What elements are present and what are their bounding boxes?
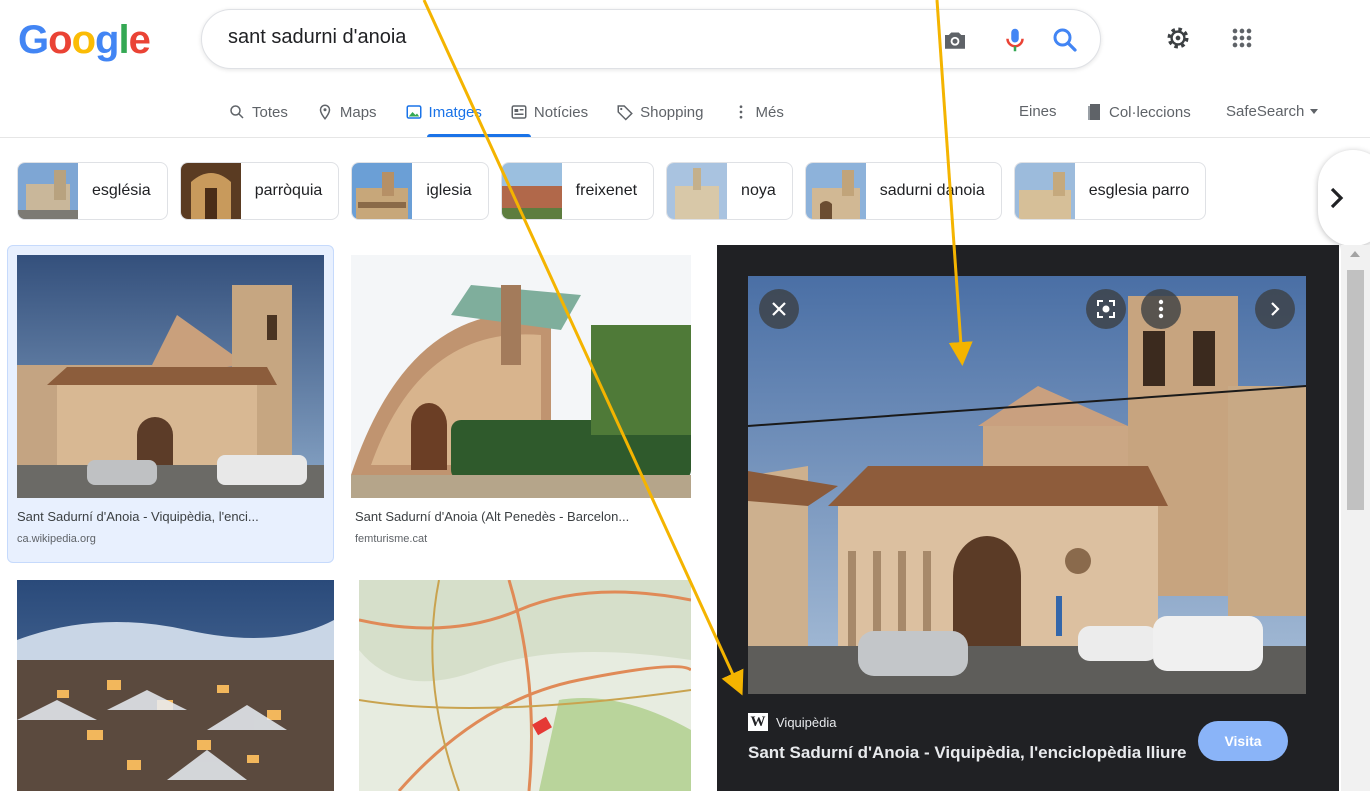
result-image[interactable] [17, 580, 334, 791]
chip[interactable]: noya [666, 162, 793, 220]
chip-label: parròquia [254, 182, 323, 199]
chip[interactable]: iglesia [351, 162, 489, 220]
result-image[interactable] [359, 580, 691, 791]
logo-letter: g [95, 18, 119, 62]
close-button[interactable] [759, 289, 799, 329]
preview-image[interactable] [748, 276, 1306, 694]
preview-source[interactable]: W Viquipèdia [748, 713, 836, 731]
logo-letter: e [128, 18, 151, 62]
source-label: Viquipèdia [776, 714, 837, 730]
collections-button[interactable]: Col·leccions [1087, 103, 1191, 121]
apps-grid-icon[interactable] [1228, 24, 1256, 52]
collections-label: Col·leccions [1109, 103, 1191, 121]
logo-letter: G [18, 18, 49, 62]
preview-title[interactable]: Sant Sadurní d'Anoia - Viquipèdia, l'enc… [748, 741, 1188, 765]
result-site: femturisme.cat [355, 533, 428, 545]
preview-panel: W Viquipèdia Sant Sadurní d'Anoia - Viqu… [717, 245, 1339, 791]
tab-imatges[interactable]: Imatges [405, 100, 482, 124]
chip-thumbnail [805, 163, 866, 219]
logo-letter: l [118, 18, 129, 62]
tab-label: Més [755, 103, 784, 121]
chips-next-button[interactable] [1318, 150, 1370, 246]
chip-thumbnail [352, 163, 413, 219]
search-box[interactable] [201, 9, 1101, 69]
chip-thumbnail [1014, 163, 1075, 219]
tab-label: Imatges [428, 103, 482, 121]
chevron-down-icon [1310, 108, 1319, 114]
bookmark-icon [1088, 104, 1100, 120]
logo-letter: o [48, 18, 72, 62]
search-input[interactable] [228, 26, 928, 49]
header-divider [0, 137, 1370, 138]
chip-thumbnail [501, 163, 562, 219]
camera-icon[interactable] [940, 25, 970, 55]
google-logo[interactable]: Google [18, 18, 151, 63]
gear-icon[interactable] [1164, 24, 1192, 52]
more-vert-icon [1158, 299, 1164, 319]
close-icon [772, 302, 786, 316]
chip-label: esglesia parro [1088, 182, 1190, 199]
chip-label: iglesia [426, 182, 472, 199]
search-icon[interactable] [1050, 25, 1080, 55]
next-result-button[interactable] [1255, 289, 1295, 329]
result-title[interactable]: Sant Sadurní d'Anoia (Alt Penedès - Barc… [355, 509, 629, 524]
image-icon [406, 105, 422, 119]
safesearch-button[interactable]: SafeSearch [1226, 103, 1319, 120]
lens-button[interactable] [1086, 289, 1126, 329]
chip[interactable]: esglesia parro [1013, 162, 1207, 220]
tab-label: Shopping [640, 103, 704, 121]
tab-noticies[interactable]: Notícies [510, 100, 588, 124]
wikipedia-icon: W [748, 713, 768, 731]
map-pin-icon [319, 104, 331, 120]
chip[interactable]: parròquia [179, 162, 340, 220]
chip-thumbnail [18, 163, 78, 219]
chip-label: església [92, 182, 151, 199]
result-site: ca.wikipedia.org [17, 533, 96, 545]
result-title[interactable]: Sant Sadurní d'Anoia - Viquipèdia, l'enc… [17, 509, 259, 524]
tab-totes[interactable]: Totes [228, 100, 288, 124]
search-tabs: Totes Maps Imatges Notícies Shopping Més [228, 100, 812, 124]
tab-maps[interactable]: Maps [316, 100, 377, 124]
chip[interactable]: església [17, 162, 168, 220]
safesearch-label: SafeSearch [1226, 103, 1305, 120]
result-image[interactable] [351, 255, 691, 498]
tag-icon [617, 105, 633, 121]
tab-shopping[interactable]: Shopping [616, 100, 704, 124]
tab-mes[interactable]: Més [732, 100, 784, 124]
related-chips: església parròquia iglesia freixenet noy… [17, 162, 1218, 220]
tab-label: Totes [252, 103, 288, 121]
microphone-icon[interactable] [1000, 25, 1030, 55]
search-icon [230, 105, 244, 119]
chip[interactable]: freixenet [500, 162, 655, 220]
tab-label: Maps [339, 103, 377, 121]
visit-button[interactable]: Visita [1198, 721, 1288, 761]
tools-button[interactable]: Eines [1019, 103, 1057, 120]
logo-letter: o [71, 18, 96, 62]
chevron-right-icon [1271, 302, 1280, 316]
chip-label: freixenet [575, 182, 638, 199]
more-options-button[interactable] [1141, 289, 1181, 329]
more-vert-icon [739, 105, 742, 119]
chip-label: sadurni danoia [879, 182, 985, 199]
lens-icon [1097, 300, 1115, 318]
scroll-up-arrow-icon[interactable] [1350, 251, 1360, 257]
tools-label: Eines [1019, 103, 1057, 120]
chip-thumbnail [180, 163, 241, 219]
chip-label: noya [741, 182, 776, 199]
result-image[interactable] [17, 255, 324, 498]
tab-label: Notícies [533, 103, 589, 121]
chevron-right-icon [1330, 187, 1344, 209]
scrollbar[interactable] [1341, 245, 1370, 791]
chip-thumbnail [667, 163, 728, 219]
news-icon [511, 105, 527, 119]
scrollbar-thumb[interactable] [1347, 270, 1364, 510]
chip[interactable]: sadurni danoia [804, 162, 1002, 220]
